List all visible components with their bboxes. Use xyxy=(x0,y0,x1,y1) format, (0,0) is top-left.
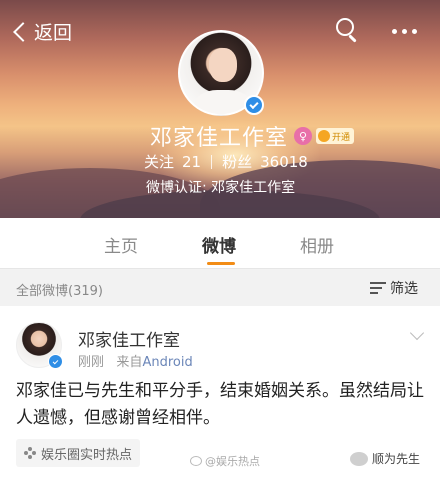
search-icon[interactable] xyxy=(336,18,360,44)
tab-weibo[interactable]: 微博 xyxy=(202,232,236,257)
vip-label: 开通 xyxy=(332,132,351,143)
vip-badge[interactable]: 开通 xyxy=(316,128,355,144)
post-topic-label: 娱乐圈实时热点 xyxy=(41,447,133,463)
tab-album[interactable]: 相册 xyxy=(300,232,334,257)
filter-icon xyxy=(370,281,386,295)
post-source[interactable]: Android xyxy=(142,355,192,370)
chevron-left-icon xyxy=(13,21,33,42)
back-label: 返回 xyxy=(34,22,73,44)
verification-text: 微博认证: 邓家佳工作室 xyxy=(146,180,296,196)
topic-icon xyxy=(24,447,36,459)
profile-name-row: 邓家佳工作室 ♀ 开通 xyxy=(150,120,355,152)
tab-home[interactable]: 主页 xyxy=(104,232,138,257)
post-meta: 刚刚 来自Android xyxy=(78,351,193,370)
profile-tabs: 主页 微博 相册 xyxy=(0,218,440,268)
profile-stats: 关注 21 粉丝 36018 xyxy=(144,151,308,172)
followers-label[interactable]: 粉丝 xyxy=(222,151,252,172)
weibo-logo-icon xyxy=(190,456,202,466)
watermark-left-text: @娱乐热点 xyxy=(205,455,260,468)
profile-name: 邓家佳工作室 xyxy=(150,126,289,151)
following-count[interactable]: 21 xyxy=(182,153,201,171)
active-tab-indicator xyxy=(207,262,235,265)
followers-count[interactable]: 36018 xyxy=(260,153,308,171)
filter-label: 筛选 xyxy=(390,281,418,297)
filter-button[interactable]: 筛选 xyxy=(370,278,418,298)
verified-icon xyxy=(244,95,264,115)
post-time: 刚刚 xyxy=(78,355,105,370)
verified-icon xyxy=(48,354,63,369)
watermark-right: 顺为先生 xyxy=(350,450,420,467)
stats-divider xyxy=(211,154,213,169)
post-source-prefix: 来自 xyxy=(116,355,143,370)
vip-icon xyxy=(318,130,331,142)
post-author-name[interactable]: 邓家佳工作室 xyxy=(78,326,180,351)
post-text: 邓家佳已与先生和平分手，结束婚姻关系。虽然结局让人遗憾，但感谢曾经相伴。 xyxy=(16,381,424,428)
watermark-left: @娱乐热点 xyxy=(190,453,260,469)
back-button[interactable]: 返回 xyxy=(12,18,72,45)
watermark-right-text: 顺为先生 xyxy=(372,452,421,466)
female-icon: ♀ xyxy=(294,127,313,145)
following-label[interactable]: 关注 xyxy=(144,151,174,172)
post-topic-tag[interactable]: 娱乐圈实时热点 xyxy=(16,439,141,467)
post-count: 全部微博(319) xyxy=(16,284,103,299)
filter-bar: 全部微博(319) 筛选 xyxy=(0,268,440,306)
more-icon[interactable] xyxy=(392,29,417,34)
chevron-down-icon[interactable] xyxy=(409,325,425,341)
wechat-logo-icon xyxy=(350,451,368,466)
